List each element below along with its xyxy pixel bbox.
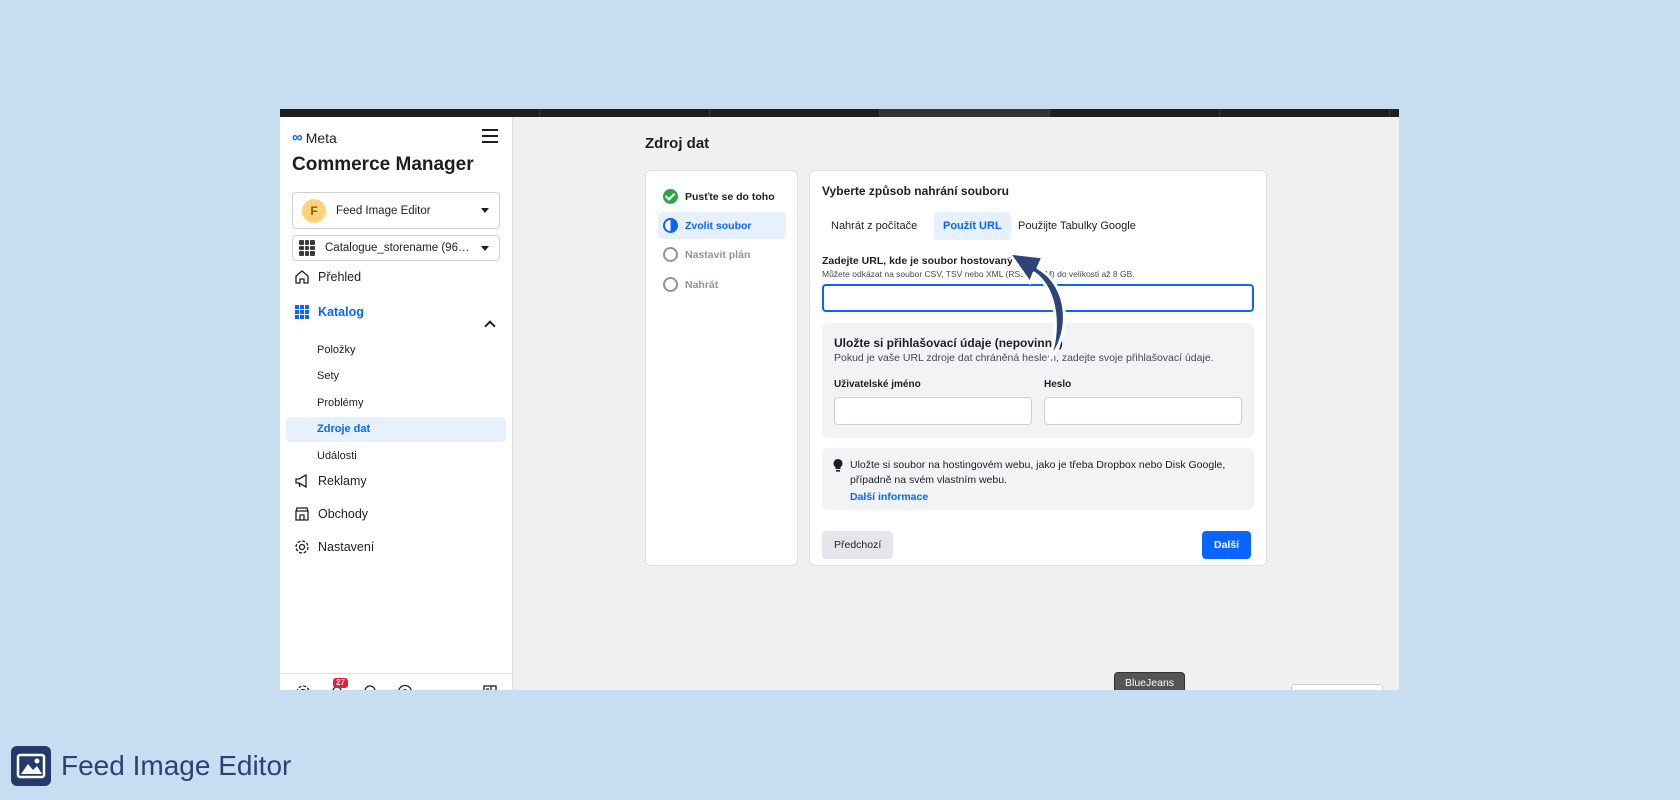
help-icon[interactable]: ? (397, 684, 413, 690)
credentials-description: Pokud je vaše URL zdroje dat chráněná he… (834, 352, 1214, 364)
tab-upload-computer[interactable]: Nahrát z počítače (822, 212, 926, 240)
nav-settings[interactable]: Nastavení (294, 539, 374, 555)
page-title: Zdroj dat (645, 135, 710, 152)
catalog-icon (294, 304, 310, 320)
brand-footer: Feed Image Editor (11, 746, 291, 786)
image-editor-logo-icon (11, 746, 51, 786)
nav-catalog-items[interactable]: Položky (286, 338, 506, 363)
hosting-tip: Uložte si soubor na hostingovém webu, ja… (822, 448, 1254, 510)
screenshot-window: ∞ Meta Commerce Manager F Feed Image Edi… (280, 109, 1399, 690)
nav-shops[interactable]: Obchody (294, 506, 368, 522)
gear-icon (294, 539, 310, 555)
step-get-started[interactable]: Pusťte se do toho (658, 183, 786, 210)
catalog-name: Catalogue_storename (9669... (325, 242, 475, 254)
business-name: Feed Image Editor (336, 204, 431, 217)
learn-more-link[interactable]: Další informace (850, 491, 928, 503)
steps-panel: Pusťte se do toho Zvolit soubor Nastavit… (645, 170, 798, 566)
form-title: Vyberte způsob nahrání souboru (822, 184, 1009, 198)
home-icon (294, 269, 310, 285)
nav-catalog-issues[interactable]: Problémy (286, 391, 506, 416)
credentials-title: Uložte si přihlašovací údaje (nepovinné) (834, 336, 1063, 350)
overlay-panel-edge (1291, 684, 1383, 690)
check-circle-icon (663, 189, 678, 204)
browser-tab-bar (280, 109, 1399, 117)
nav-ads[interactable]: Reklamy (294, 473, 367, 489)
lightbulb-icon (832, 458, 844, 472)
sidebar-footer: 27 ? (280, 673, 512, 690)
step-upload: Nahrát (658, 271, 786, 298)
business-selector[interactable]: F Feed Image Editor (292, 192, 500, 229)
next-button[interactable]: Další (1202, 531, 1252, 559)
business-avatar: F (302, 198, 326, 223)
url-hint: Můžete odkázat na soubor CSV, TSV nebo X… (822, 269, 1135, 279)
password-field[interactable] (1044, 397, 1242, 425)
caret-down-icon (481, 245, 489, 251)
meta-infinity-icon: ∞ (292, 129, 303, 146)
empty-circle-icon (663, 247, 678, 262)
sidebar: ∞ Meta Commerce Manager F Feed Image Edi… (280, 117, 513, 690)
megaphone-icon (294, 473, 310, 489)
notification-badge: 27 (333, 678, 348, 688)
credentials-section: Uložte si přihlašovací údaje (nepovinné)… (822, 323, 1254, 438)
url-label: Zadejte URL, kde je soubor hostovaný (822, 255, 1013, 267)
tab-google-sheets[interactable]: Použijte Tabulky Google (1009, 212, 1145, 240)
empty-circle-icon (663, 277, 678, 292)
tip-text: Uložte si soubor na hostingovém webu, ja… (850, 459, 1226, 486)
nav-catalog-events[interactable]: Události (286, 444, 506, 469)
username-label: Uživatelské jméno (834, 379, 921, 390)
bluejeans-tab[interactable]: BlueJeans (1114, 672, 1186, 690)
settings-gear-icon[interactable] (295, 684, 311, 690)
nav-catalog[interactable]: Katalog (294, 304, 364, 320)
step-schedule: Nastavit plán (658, 241, 786, 268)
brand-name: Feed Image Editor (61, 750, 292, 781)
chevron-up-icon[interactable] (484, 320, 496, 332)
menu-icon[interactable] (482, 129, 498, 143)
half-circle-icon (663, 218, 678, 233)
tab-use-url[interactable]: Použít URL (934, 212, 1011, 240)
step-choose-file[interactable]: Zvolit soubor (658, 212, 786, 239)
nav-catalog-sets[interactable]: Sety (286, 364, 506, 389)
nav-catalog-data-sources[interactable]: Zdroje dat (286, 417, 506, 442)
catalog-selector[interactable]: Catalogue_storename (9669... (292, 235, 500, 261)
search-icon[interactable] (363, 684, 379, 690)
app-title: Commerce Manager (292, 154, 474, 175)
username-field[interactable] (834, 397, 1032, 425)
meta-logo[interactable]: ∞ Meta (292, 129, 337, 146)
panel-toggle-icon[interactable] (482, 684, 498, 690)
svg-text:?: ? (403, 689, 408, 691)
nav-overview[interactable]: Přehled (294, 269, 361, 285)
shop-icon (294, 506, 310, 522)
catalog-grid-icon (299, 240, 315, 256)
upload-form-card: Vyberte způsob nahrání souboru Nahrát z … (809, 170, 1267, 566)
password-label: Heslo (1044, 379, 1072, 390)
caret-down-icon (481, 208, 489, 213)
previous-button[interactable]: Předchozí (822, 531, 894, 559)
url-input[interactable] (822, 284, 1254, 312)
